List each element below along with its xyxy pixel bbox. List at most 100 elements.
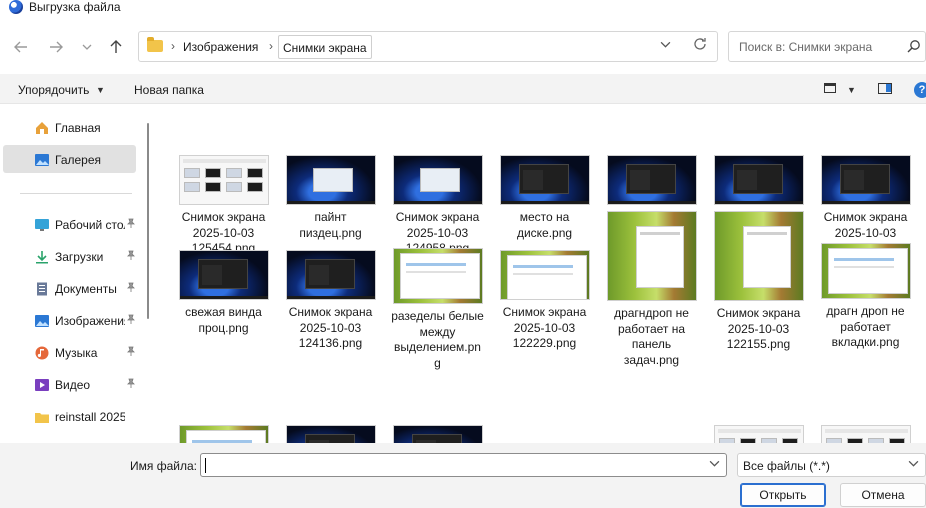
file-thumbnail[interactable] (286, 425, 376, 443)
file-name-line: Снимок экрана (288, 305, 373, 319)
sidebar-item-0[interactable]: Главная (3, 113, 136, 141)
desktop-icon (34, 218, 50, 232)
sidebar-item-label: reinstall 2025 (55, 410, 125, 424)
organize-dropdown-icon: ▼ (96, 85, 105, 95)
file-thumbnail (393, 155, 483, 205)
forward-button[interactable] (45, 36, 67, 58)
arrow-right-icon (50, 41, 63, 53)
file-thumbnail (500, 250, 590, 300)
file-name-line: между (419, 324, 456, 339)
file-name-line: вкладки.png (831, 335, 900, 349)
file-name-line: работает на (617, 321, 686, 336)
sidebar-item-label: Музыка (55, 346, 98, 360)
file-name: драгн дроп не работает вкладки.png (812, 304, 919, 351)
breadcrumb-separator: › (269, 39, 273, 53)
file-thumbnail (393, 248, 483, 304)
arrow-up-icon (110, 40, 122, 53)
file-thumbnail (714, 211, 804, 301)
sidebar-scrollbar[interactable] (147, 123, 149, 319)
file-name-line: Снимок экрана (716, 306, 801, 320)
file-thumbnail (179, 155, 269, 205)
cancel-button[interactable]: Отмена (840, 483, 926, 507)
new-folder-button[interactable]: Новая папка (134, 83, 204, 97)
open-button[interactable]: Открыть (740, 483, 826, 507)
filename-history-button[interactable] (709, 458, 720, 472)
file-name-line: панель (631, 337, 672, 351)
file-name-line: пиздец.png (299, 225, 362, 240)
file-thumbnail (286, 155, 376, 205)
sidebar-divider (20, 193, 132, 194)
pin-icon (126, 218, 136, 231)
file-type-select[interactable]: Все файлы (*.*) (737, 453, 926, 477)
file-name-line: Снимок экрана (181, 210, 266, 224)
folder-icon (147, 37, 163, 52)
chevron-down-icon (709, 460, 720, 467)
sidebar-item-label: Изображения (55, 314, 125, 328)
file-name-line: разеделы белые (391, 309, 484, 323)
file-name: Снимок экрана 2025-10-03 122229.png (491, 305, 598, 352)
sidebar-item-4[interactable]: Документы (3, 274, 136, 302)
address-history-button[interactable] (660, 39, 671, 53)
file-name: разеделы белые между выделением.pn g (384, 309, 491, 371)
file-upload-dialog: Выгрузка файла › Изображения › Снимки эк… (0, 0, 926, 508)
sidebar-item-7[interactable]: Видео (3, 370, 136, 398)
file-name: драгндроп не работает на панель задач.png (598, 306, 705, 368)
file-thumbnail[interactable] (714, 425, 804, 443)
recent-locations-button[interactable] (76, 36, 98, 58)
file-name: Снимок экрана 2025-10-03 124136.png (277, 305, 384, 352)
file-name: пайнт пиздец.png (277, 210, 384, 241)
file-thumbnail (821, 155, 911, 205)
firefox-icon (9, 0, 23, 14)
title-bar: Выгрузка файла (0, 0, 926, 16)
file-name-line: место на (519, 210, 570, 224)
file-name-line: 2025-10-03 (299, 320, 362, 335)
organize-button[interactable]: Упорядочить (18, 83, 89, 97)
help-icon[interactable]: ? (914, 82, 926, 98)
file-thumbnail[interactable] (393, 425, 483, 443)
music-icon (34, 346, 50, 360)
file-name-line: 2025-10-03 (406, 225, 469, 240)
search-input[interactable]: Поиск в: Снимки экрана (728, 31, 926, 62)
pin-icon (126, 346, 136, 359)
sidebar-item-2[interactable]: Рабочий стол (3, 210, 136, 238)
chevron-down-icon (908, 460, 919, 467)
up-button[interactable] (105, 36, 127, 58)
back-button[interactable] (10, 36, 32, 58)
video-icon (34, 378, 50, 392)
file-name-line: драгндроп не (614, 306, 689, 320)
breadcrumb-screenshots[interactable]: Снимки экрана (278, 35, 372, 59)
breadcrumb-pictures[interactable]: Изображения (183, 40, 258, 54)
sidebar-item-5[interactable]: Изображения (3, 306, 136, 334)
sidebar-item-label: Главная (55, 121, 101, 135)
pin-icon (126, 250, 136, 263)
filename-input[interactable] (200, 453, 727, 477)
file-name-line: работает (840, 319, 891, 334)
sidebar-item-label: Видео (55, 378, 91, 392)
search-placeholder: Поиск в: Снимки экрана (739, 40, 873, 54)
preview-pane-icon[interactable] (878, 83, 892, 94)
file-type-value: Все файлы (*.*) (743, 459, 830, 473)
search-icon (907, 40, 920, 53)
sidebar-item-6[interactable]: Музыка (3, 338, 136, 366)
sidebar-item-1[interactable]: Галерея (3, 145, 136, 173)
address-bar[interactable]: › Изображения › Снимки экрана (138, 31, 718, 62)
gallery-icon (34, 153, 50, 167)
file-name-line: пайнт (314, 210, 347, 224)
view-mode-icon[interactable] (824, 83, 836, 93)
file-name-line: 2025-10-03 (192, 225, 255, 240)
file-name-line: 2025-10-03 (727, 321, 790, 336)
pin-icon (126, 378, 136, 391)
window-title: Выгрузка файла (29, 0, 121, 14)
sidebar-item-label: Галерея (55, 153, 102, 167)
file-name-line: 122155.png (726, 337, 791, 351)
folder-icon (34, 410, 50, 424)
view-options-dropdown-icon[interactable]: ▼ (847, 85, 856, 95)
sidebar-item-3[interactable]: Загрузки (3, 242, 136, 270)
file-thumbnail[interactable] (821, 425, 911, 443)
file-name-line: 2025-10-03 (834, 225, 897, 240)
file-name-line: выделением.pn (394, 340, 481, 354)
file-name-line: свежая винда (185, 305, 262, 319)
file-thumbnail[interactable] (179, 425, 269, 443)
refresh-button[interactable] (693, 37, 707, 55)
sidebar-item-8[interactable]: reinstall 2025 (3, 402, 136, 430)
